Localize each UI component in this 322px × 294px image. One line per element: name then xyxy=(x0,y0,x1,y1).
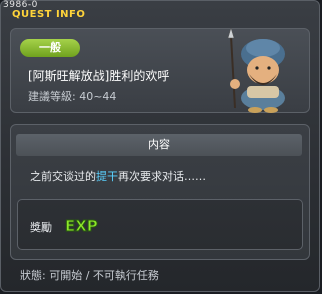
window-title: QUEST INFO xyxy=(12,9,86,20)
dialog-text-before: 之前交谈过的 xyxy=(30,170,96,183)
exp-icon: EXP xyxy=(65,217,99,236)
quest-name: [阿斯旺解放战]胜利的欢呼 xyxy=(28,69,170,83)
recommended-level: 建議等級: 40~44 xyxy=(28,90,117,103)
npc-link[interactable]: 提干 xyxy=(96,170,118,183)
quest-status: 狀態: 可開始 / 不可執行任務 xyxy=(20,269,159,282)
quest-category-badge: 一般 xyxy=(20,39,80,57)
reward-box xyxy=(17,199,303,250)
dialog-text-after: 再次要求对话…… xyxy=(118,170,206,183)
npc-portrait xyxy=(227,28,285,113)
exp-icon-text: EXP xyxy=(65,217,98,235)
reward-label: 獎勵 xyxy=(30,221,52,234)
quest-dialog: 之前交谈过的提干再次要求对话…… xyxy=(30,168,206,184)
content-header: 内容 xyxy=(16,134,302,156)
